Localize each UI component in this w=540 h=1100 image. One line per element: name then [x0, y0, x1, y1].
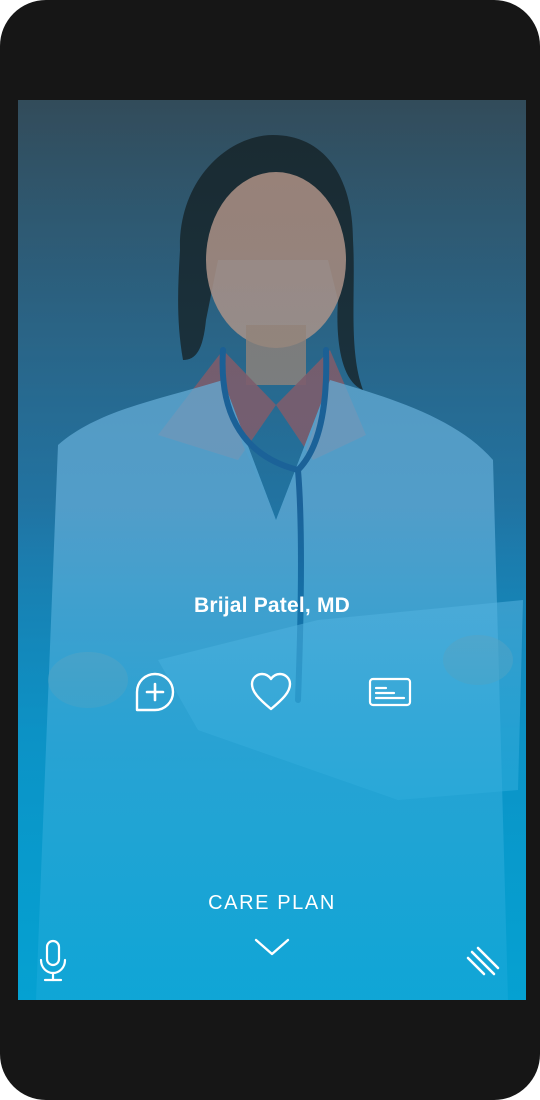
- doctor-name: Brijal Patel, MD: [193, 594, 351, 617]
- phone-frame: Brijal Patel, MD CARE PLAN: [0, 0, 540, 1100]
- id-card-icon: [368, 677, 412, 707]
- microphone-icon: [39, 939, 67, 982]
- chat-plus-icon: [135, 672, 175, 712]
- heart-icon: [250, 672, 292, 711]
- add-note-button[interactable]: [131, 668, 179, 716]
- profile-card-button[interactable]: [366, 668, 414, 716]
- chevron-down-icon: [254, 938, 290, 956]
- favorite-button[interactable]: [247, 668, 295, 716]
- doctor-profile-screen: Brijal Patel, MD CARE PLAN: [18, 100, 526, 1000]
- care-plan-expand-button[interactable]: [252, 934, 292, 960]
- menu-lines-icon: [466, 946, 500, 976]
- voice-button[interactable]: [36, 938, 70, 984]
- gradient-overlay: [18, 100, 526, 1000]
- menu-button[interactable]: [462, 942, 502, 982]
- care-plan-label[interactable]: CARE PLAN: [18, 892, 526, 915]
